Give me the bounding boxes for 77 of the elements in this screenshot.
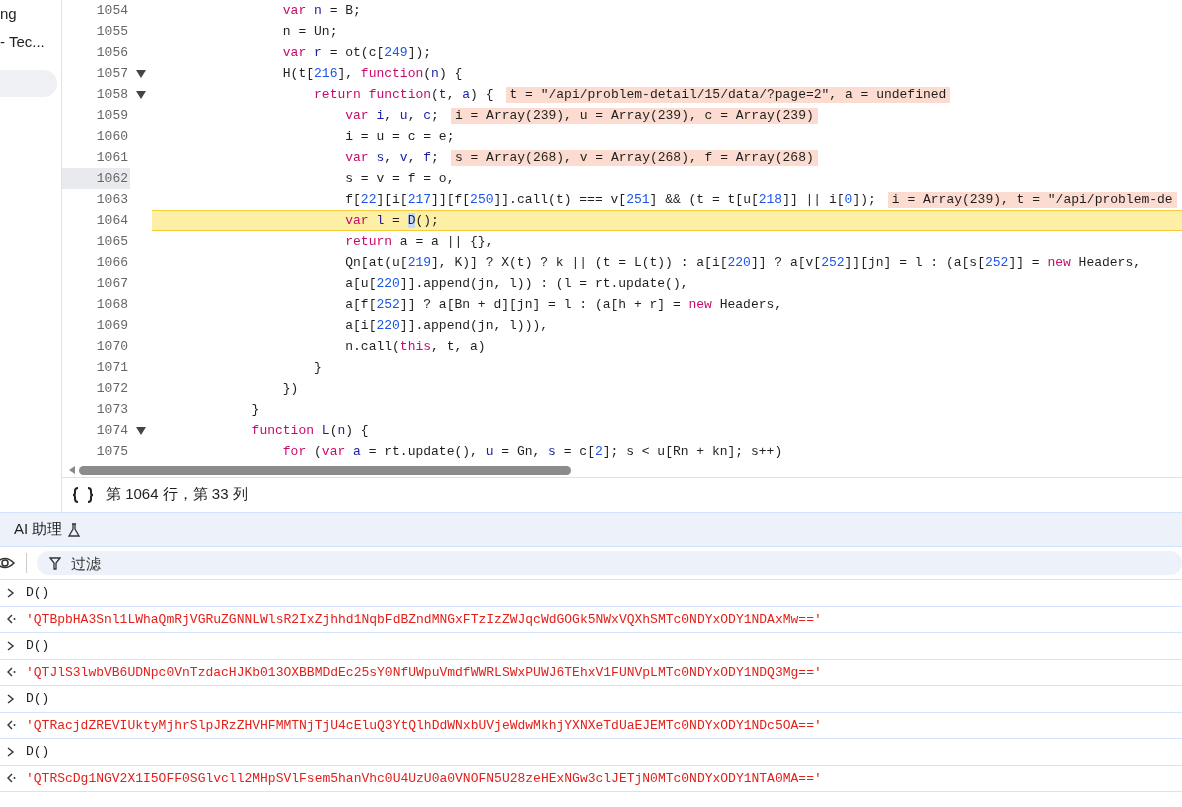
filter-field[interactable]: 过滤 [37,551,1182,575]
fold-caret-icon[interactable] [136,426,146,435]
code-line: return a = a || {}, [344,233,494,251]
drawer-tab[interactable]: AI 助理 [14,518,63,541]
code-line: i = u = c = e; [344,128,455,146]
code-line: var r = ot(c[249]); [281,44,432,62]
code-line: H(t[216], function(n) { [281,65,463,83]
inline-value: t = "/api/problem-detail/15/data/?page=2", a = undefined [505,86,951,103]
line-number: 1064 [96,212,129,230]
fold-caret-icon[interactable] [136,69,146,78]
code-line: return function(t, a) { [313,86,494,104]
input-prompt-icon [7,640,15,651]
result-arrow-icon [6,667,16,678]
input-prompt-icon [7,587,15,598]
eye-icon[interactable] [0,556,16,570]
console-result: 'QTRacjdZREVIUktyMjhrSlpJRzZHVHFMMTNjTjU4cEluQ3YtQlhDdWNxbUVjeWdwMkhjYXNXeTdUaEJEMTc0NDYxODY1NDc5OA==' [26,716,822,735]
code-line: f[22][i[217]][f[250]].call(t) === v[251] && (t = t[u[218]] || i[0]); [344,191,876,209]
line-number: 1056 [96,44,129,62]
line-number: 1063 [96,191,129,209]
line-number: 1061 [96,149,129,167]
console-command: D() [26,584,50,602]
result-arrow-icon [6,614,16,625]
filter-icon [49,557,61,570]
console-result: 'QTBpbHA3Snl1LWhaQmRjVGRuZGNNLWlsR2IxZjhhd1NqbFdBZndMNGxFTzIzZWJqcWdGOGk5NWxVQXhSMTc0NDYxODY1NDAxMw==' [26,610,822,629]
input-prompt-icon [7,693,15,704]
code-line: for (var a = rt.update(), u = Gn, s = c[2]; s < u[Rn + kn]; s++) [281,443,783,461]
line-number: 1072 [96,380,129,398]
code-line: Qn[at(u[219], K)] ? X(t) ? k || (t = L(t)) : a[i[220]] ? a[v[252]][jn] = l : (a[s[252]] = new Headers, [344,254,1141,272]
line-number: 1071 [96,359,129,377]
line-number: 1058 [96,86,129,104]
line-number: 1060 [96,128,129,146]
result-arrow-icon [6,773,16,784]
console-command: D() [26,743,50,761]
line-number: 1067 [96,275,129,293]
line-number: 1065 [96,233,129,251]
code-line: } [250,401,260,419]
line-number: 1075 [96,443,129,461]
code-line: function L(n) { [250,422,369,440]
line-number: 1062 [96,170,129,188]
code-line: a[i[220]].append(jn, l))), [344,317,549,335]
code-line: s = v = f = o, [344,170,455,188]
result-arrow-icon [6,720,16,731]
code-line: a[u[220]].append(jn, l)) : (l = rt.update(), [344,275,689,293]
code-line: n.call(this, t, a) [344,338,486,356]
sidebar-item[interactable]: ng [0,2,61,30]
line-number: 1054 [96,2,129,20]
line-number: 1070 [96,338,129,356]
code-line: var n = B; [281,2,361,20]
pretty-print-icon[interactable] [72,486,94,503]
inline-value: i = Array(239), u = Array(239), c = Array(239) [450,107,818,124]
cursor-position: 第 1064 行，第 33 列 [106,484,248,505]
code-line: var l = D(); [344,212,439,230]
code-line: }) [281,380,299,398]
inline-value: i = Array(239), t = "/api/problem-de [887,191,1177,208]
fold-caret-icon[interactable] [136,90,146,99]
code-line: n = Un; [281,23,338,41]
code-line: a[f[252]] ? a[Bn + d][jn] = l : (a[h + r] = new Headers, [344,296,783,314]
line-number: 1066 [96,254,129,272]
code-line: } [313,359,322,377]
code-line: var i, u, c; [344,107,439,125]
line-number: 1068 [96,296,129,314]
line-number: 1055 [96,23,129,41]
code-line: var s, v, f; [344,149,439,167]
line-number: 1059 [96,107,129,125]
flask-icon [68,522,81,537]
line-number: 1073 [96,401,129,419]
input-prompt-icon [7,746,15,757]
line-number: 1069 [96,317,129,335]
line-number: 1057 [96,65,129,83]
line-number: 1074 [96,422,129,440]
console-command: D() [26,690,50,708]
scrollbar-thumb[interactable] [79,465,571,475]
sidebar-item[interactable]: - Tec... [0,30,61,58]
console-result: 'QTJlS3lwbVB6UDNpc0VnTzdacHJKb013OXBBMDdEc25sY0NfUWpuVmdfWWRLSWxPUWJ6TEhxV1FUNVpLMTc0NDYxODY1NDQ3Mg==' [26,663,822,682]
console-result: 'QTRScDg1NGV2X1I5OFF0SGlvcll2MHpSVlFsem5hanVhc0U4UzU0a0VNOFN5U28zeHExNGw3clJETjN0MTc0NDYxODY1NTA0MA==' [26,769,822,788]
inline-value: s = Array(268), v = Array(268), f = Array(268) [450,149,818,166]
console-command: D() [26,637,50,655]
